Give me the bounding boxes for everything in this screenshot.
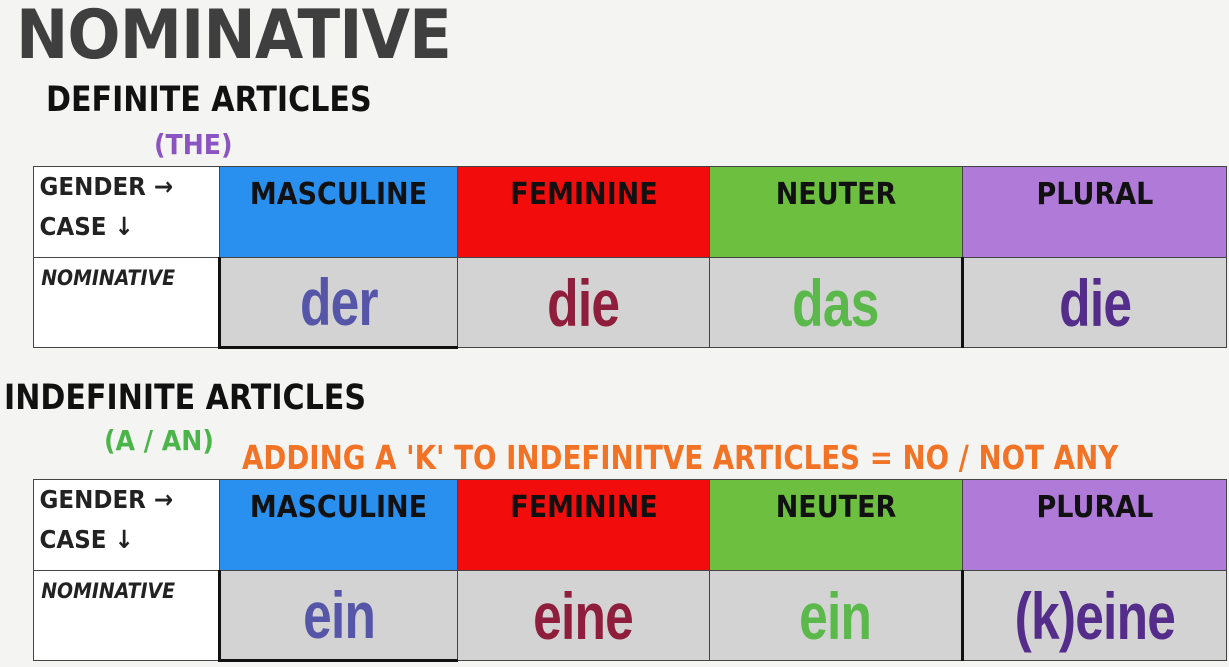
value-cell-feminine: eine bbox=[457, 570, 710, 661]
table-corner-cell: GENDER → CASE ↓ bbox=[33, 479, 220, 571]
article-value: die bbox=[547, 265, 620, 340]
value-cell-masculine: ein bbox=[218, 570, 458, 662]
value-cell-masculine: der bbox=[218, 257, 458, 349]
header-plural: PLURAL bbox=[962, 166, 1227, 258]
article-value: eine bbox=[533, 578, 635, 653]
header-label: MASCULINE bbox=[249, 177, 428, 212]
article-value: ein bbox=[302, 578, 376, 652]
article-value: (k)eine bbox=[1014, 578, 1176, 653]
header-neuter: NEUTER bbox=[709, 166, 963, 258]
row-label: NOMINATIVE bbox=[41, 266, 176, 290]
header-feminine: FEMININE bbox=[457, 166, 710, 258]
header-label: FEMININE bbox=[509, 177, 658, 212]
article-value: das bbox=[792, 265, 879, 340]
page-title: NOMINATIVE bbox=[16, 0, 452, 75]
value-cell-feminine: die bbox=[457, 257, 710, 348]
case-label: CASE ↓ bbox=[39, 212, 134, 241]
header-label: NEUTER bbox=[775, 177, 897, 212]
header-neuter: NEUTER bbox=[709, 479, 963, 571]
header-feminine: FEMININE bbox=[457, 479, 710, 571]
header-masculine: MASCULINE bbox=[219, 479, 458, 571]
article-value: die bbox=[1058, 265, 1132, 340]
header-label: PLURAL bbox=[1036, 490, 1153, 525]
k-rule-note: ADDING A 'K' TO INDEFINITVE ARTICLES = N… bbox=[242, 438, 1119, 477]
header-label: NEUTER bbox=[775, 490, 897, 525]
case-label: CASE ↓ bbox=[39, 525, 134, 554]
header-label: PLURAL bbox=[1036, 177, 1153, 212]
header-label: MASCULINE bbox=[249, 490, 428, 525]
row-label-cell: NOMINATIVE bbox=[33, 570, 220, 661]
header-plural: PLURAL bbox=[962, 479, 1227, 571]
article-value: der bbox=[300, 265, 379, 339]
definite-articles-table: GENDER → CASE ↓ MASCULINE FEMININE NEUTE… bbox=[33, 166, 1227, 349]
header-masculine: MASCULINE bbox=[219, 166, 458, 258]
indefinite-articles-subheading: (A / AN) bbox=[104, 424, 214, 457]
definite-articles-subheading: (THE) bbox=[154, 128, 233, 161]
value-cell-neuter: das bbox=[709, 257, 963, 348]
row-label: NOMINATIVE bbox=[41, 579, 176, 603]
definite-articles-heading: DEFINITE ARTICLES bbox=[46, 80, 372, 120]
value-cell-plural: (k)eine bbox=[961, 570, 1227, 661]
article-value: ein bbox=[799, 578, 872, 653]
indefinite-articles-heading: INDEFINITE ARTICLES bbox=[4, 378, 367, 418]
table-corner-cell: GENDER → CASE ↓ bbox=[33, 166, 220, 258]
indefinite-articles-table: GENDER → CASE ↓ MASCULINE FEMININE NEUTE… bbox=[33, 479, 1227, 662]
value-cell-neuter: ein bbox=[709, 570, 963, 661]
gender-label: GENDER → bbox=[39, 172, 174, 201]
row-label-cell: NOMINATIVE bbox=[33, 257, 220, 348]
value-cell-plural: die bbox=[961, 257, 1227, 348]
header-label: FEMININE bbox=[509, 490, 658, 525]
gender-label: GENDER → bbox=[39, 485, 174, 514]
